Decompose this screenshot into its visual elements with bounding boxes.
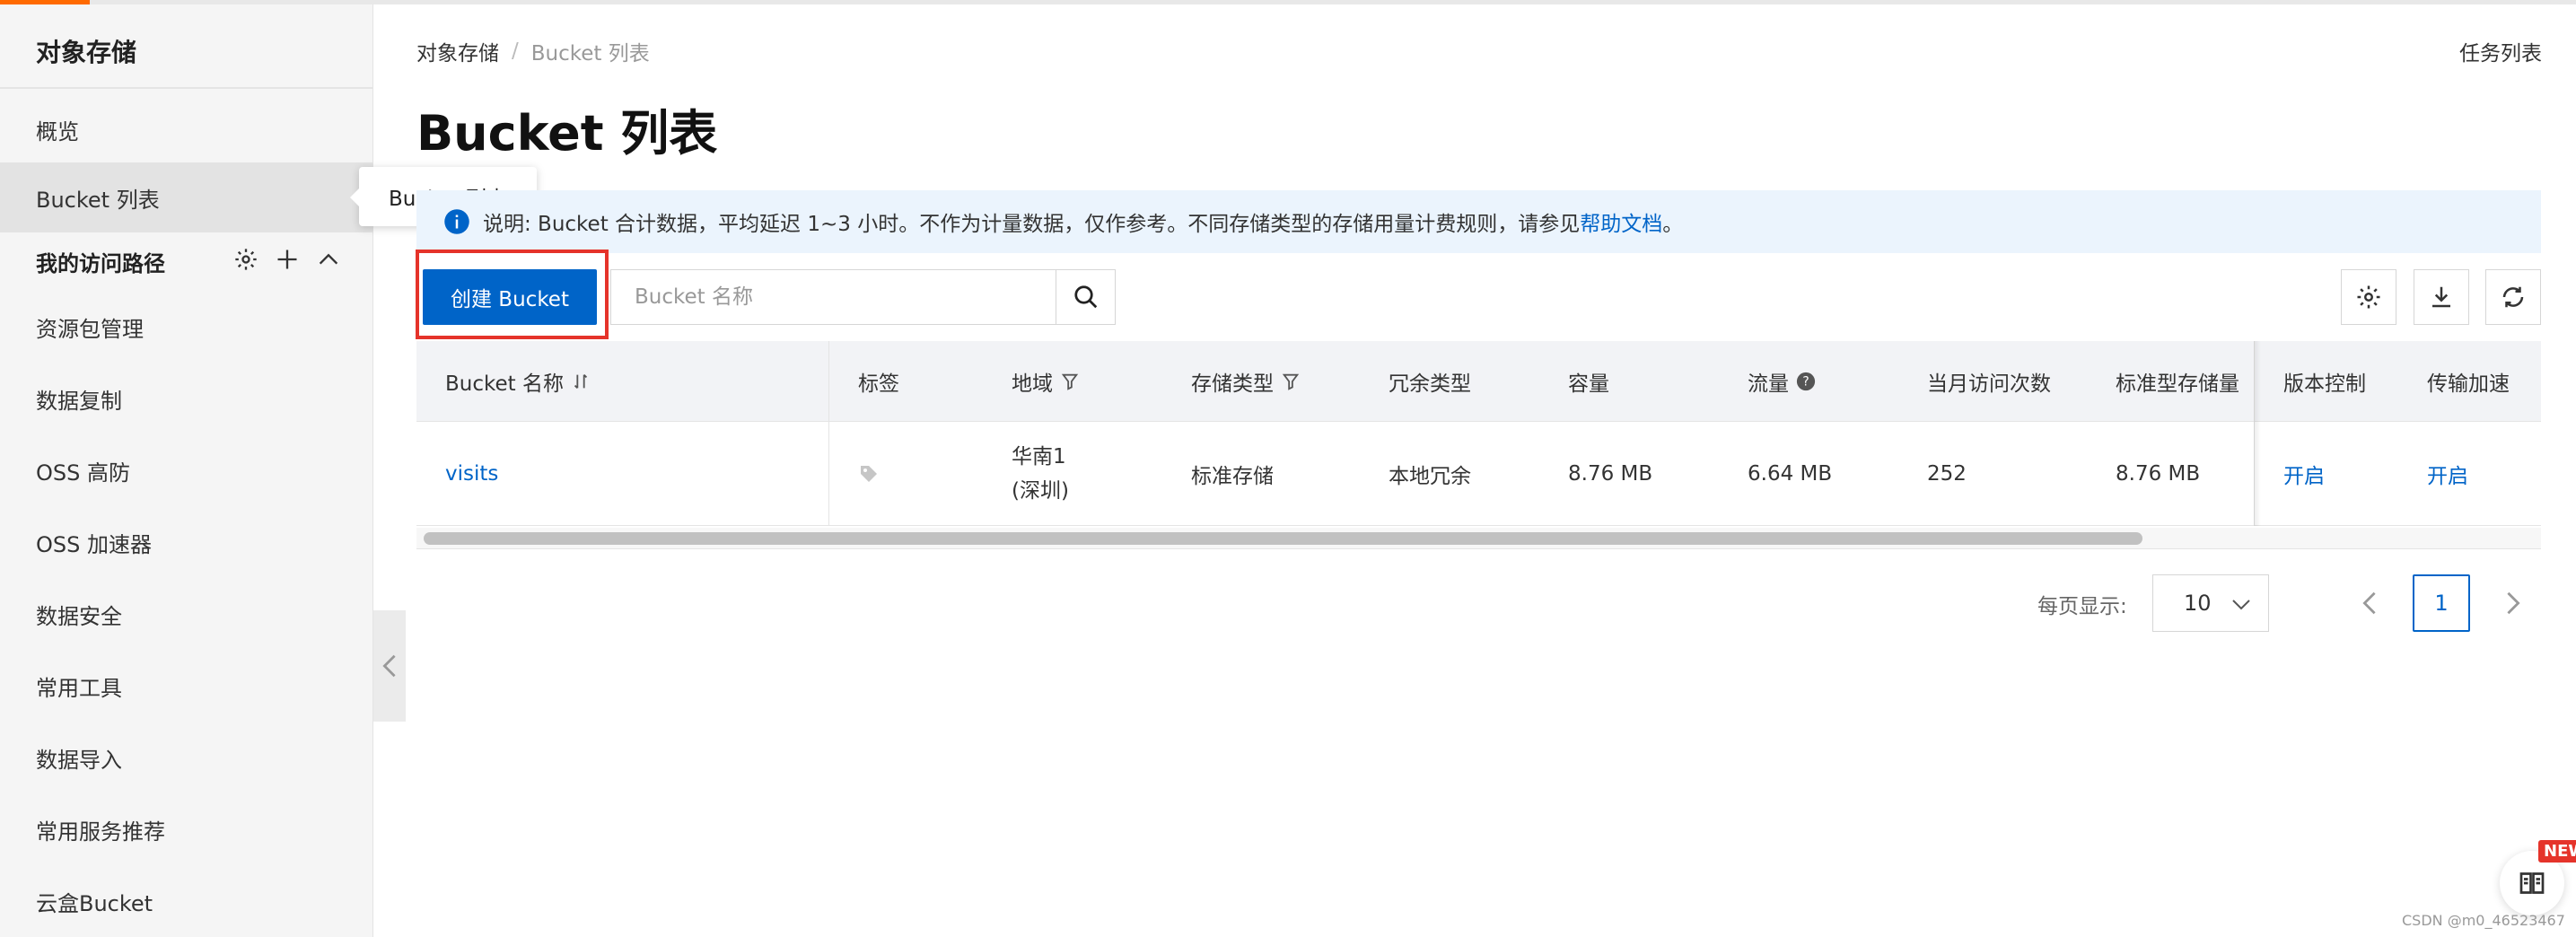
add-icon[interactable]: [275, 247, 300, 277]
header-label: 地域: [1012, 372, 1053, 396]
region-line-2: (深圳): [1012, 478, 1069, 503]
header-versioning: 版本控制: [2283, 372, 2366, 396]
header-redundancy: 冗余类型: [1389, 372, 1471, 396]
watermark: CSDN @m0_46523467: [2402, 912, 2565, 929]
scrollbar-thumb[interactable]: [424, 532, 2142, 545]
task-list-link[interactable]: 任务列表: [2459, 36, 2542, 66]
prev-page-button[interactable]: [2341, 574, 2398, 632]
sidebar-group-my-paths[interactable]: 我的访问路径: [0, 234, 373, 288]
sidebar-item-oss-ddos[interactable]: OSS 高防: [0, 435, 373, 505]
page-number-current[interactable]: 1: [2413, 574, 2470, 632]
acceleration-enable-link[interactable]: 开启: [2427, 422, 2468, 525]
notice-banner: 说明: Bucket 合计数据，平均延迟 1~3 小时。不作为计量数据，仅作参考…: [416, 190, 2541, 253]
region-cell: 华南1 (深圳): [1012, 422, 1069, 525]
region-line-1: 华南1: [1012, 444, 1066, 468]
download-button[interactable]: [2414, 269, 2469, 325]
gear-icon: [2357, 285, 2380, 309]
sidebar-item-data-import[interactable]: 数据导入: [0, 722, 373, 793]
header-label: 存储类型: [1191, 372, 1274, 396]
horizontal-scrollbar[interactable]: [416, 528, 2541, 549]
notice-text: 说明: Bucket 合计数据，平均延迟 1~3 小时。不作为计量数据，仅作参考…: [483, 213, 1581, 236]
capacity-cell: 8.76 MB: [1568, 461, 1653, 486]
info-icon: [444, 209, 469, 234]
sidebar-item-cloudbox-bucket[interactable]: 云盒Bucket: [0, 866, 373, 936]
header-monthly-visits: 当月访问次数: [1927, 372, 2051, 396]
sidebar-item-tools[interactable]: 常用工具: [0, 651, 373, 721]
bucket-search: [610, 269, 1116, 325]
new-badge: NEW: [2538, 840, 2576, 863]
table-header: Bucket 名称 标签 地域 存储类型 冗余类型 容量 流量 ? 当月访问次数…: [416, 341, 2541, 422]
header-traffic: 流量 ?: [1748, 341, 1816, 421]
per-page-value: 10: [2184, 591, 2212, 616]
bucket-search-input[interactable]: [611, 270, 1056, 324]
per-page-select[interactable]: 10: [2152, 574, 2269, 632]
sidebar-group-label: 我的访问路径: [36, 250, 165, 276]
tag-cell[interactable]: [858, 422, 880, 525]
settings-button[interactable]: [2341, 269, 2396, 325]
monthly-visits-cell: 252: [1927, 461, 1967, 486]
sidebar-collapse-toggle[interactable]: [373, 610, 406, 722]
bucket-table: Bucket 名称 标签 地域 存储类型 冗余类型 容量 流量 ? 当月访问次数…: [416, 341, 2541, 526]
fixed-column-shadow: [2254, 341, 2261, 526]
sidebar-title: 对象存储: [36, 38, 137, 67]
chevron-left-icon: [382, 654, 396, 678]
sidebar: 对象存储 概览 Bucket 列表 我的访问路径 资源包管理 数据复制 OSS …: [0, 4, 373, 937]
header-standard-storage: 标准型存储量: [2116, 372, 2239, 396]
search-button[interactable]: [1056, 270, 1115, 324]
sidebar-item-resource-pack[interactable]: 资源包管理: [0, 292, 373, 362]
header-label: 流量: [1748, 372, 1789, 396]
sidebar-item-data-security[interactable]: 数据安全: [0, 579, 373, 649]
search-icon: [1073, 285, 1097, 309]
top-bar: [0, 0, 2576, 4]
header-acceleration: 传输加速: [2427, 372, 2510, 396]
sidebar-item-bucket-list[interactable]: Bucket 列表: [0, 162, 373, 232]
header-tags: 标签: [858, 372, 899, 396]
notice-end: 。: [1662, 213, 1684, 236]
storage-type-cell: 标准存储: [1191, 464, 1274, 488]
chevron-up-icon[interactable]: [316, 247, 341, 277]
header-region[interactable]: 地域: [1012, 341, 1080, 421]
sidebar-item-recommended-services[interactable]: 常用服务推荐: [0, 794, 373, 864]
sidebar-item-data-replication[interactable]: 数据复制: [0, 363, 373, 433]
filter-icon: [1282, 373, 1300, 390]
bucket-name-link[interactable]: visits: [445, 422, 498, 525]
sidebar-divider: [0, 87, 373, 89]
download-icon: [2432, 286, 2450, 308]
column-divider: [828, 341, 829, 526]
header-storage-type[interactable]: 存储类型: [1191, 341, 1301, 421]
breadcrumb-root[interactable]: 对象存储: [416, 36, 499, 66]
help-icon[interactable]: ?: [1796, 372, 1816, 391]
refresh-button[interactable]: [2485, 269, 2541, 325]
filter-icon: [1061, 373, 1079, 390]
versioning-enable-link[interactable]: 开启: [2283, 422, 2325, 525]
breadcrumb-current: Bucket 列表: [530, 42, 650, 66]
traffic-cell: 6.64 MB: [1748, 461, 1833, 486]
per-page-label: 每页显示:: [2037, 595, 2127, 618]
help-doc-link[interactable]: 帮助文档: [1580, 206, 1662, 237]
svg-text:?: ?: [1802, 374, 1809, 389]
refresh-icon: [2502, 286, 2524, 308]
sidebar-item-overview[interactable]: 概览: [0, 94, 373, 164]
create-bucket-button[interactable]: 创建 Bucket: [423, 269, 597, 325]
table-row: visits 华南1 (深圳) 标准存储 本地冗余 8.76 MB 6.64 M…: [416, 422, 2541, 526]
standard-storage-cell: 8.76 MB: [2116, 461, 2201, 486]
tag-icon: [861, 465, 877, 482]
book-icon: [2519, 872, 2545, 894]
header-label: Bucket 名称: [445, 372, 564, 396]
sort-icon: [574, 373, 588, 389]
redundancy-cell: 本地冗余: [1389, 464, 1471, 488]
chevron-right-icon: [2507, 591, 2520, 615]
breadcrumb-separator: /: [512, 39, 519, 63]
chevron-left-icon: [2362, 591, 2376, 615]
header-bucket-name[interactable]: Bucket 名称: [445, 341, 591, 421]
header-capacity: 容量: [1568, 372, 1609, 396]
page-title: Bucket 列表: [416, 105, 718, 162]
next-page-button[interactable]: [2484, 574, 2542, 632]
sidebar-item-oss-accelerator[interactable]: OSS 加速器: [0, 507, 373, 577]
chevron-down-icon: [2232, 600, 2250, 610]
settings-gear-icon[interactable]: [233, 247, 258, 277]
breadcrumb: 对象存储 / Bucket 列表: [416, 36, 650, 66]
